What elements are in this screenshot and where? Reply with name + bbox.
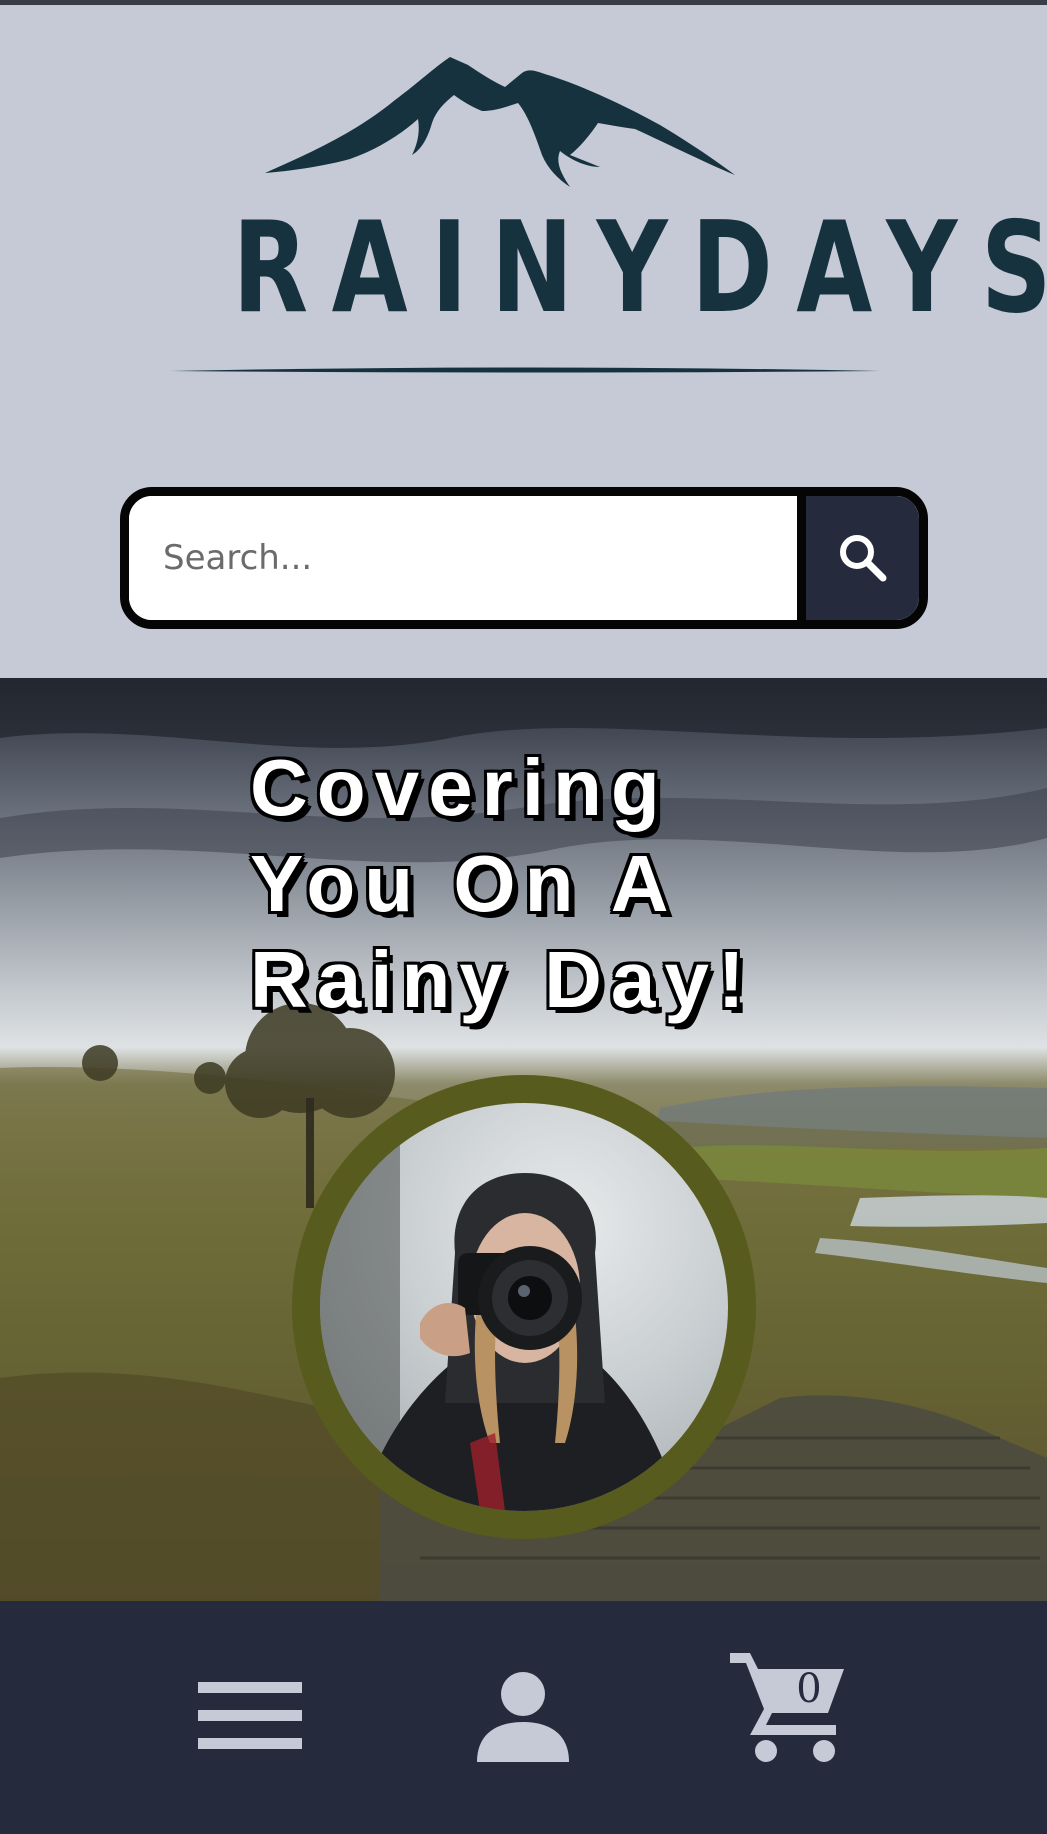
search-input[interactable]	[129, 496, 799, 620]
search-form	[120, 487, 928, 629]
brand-logo-link[interactable]: RAINYDAYS	[150, 55, 1047, 380]
account-button[interactable]	[468, 1656, 578, 1776]
photographer-illustration	[320, 1103, 680, 1511]
hero-heading-line: You On A	[250, 839, 678, 928]
search-button[interactable]	[797, 496, 919, 620]
hero-banner: Covering You On A Rainy Day!	[0, 678, 1047, 1601]
cart-count-badge: 0	[796, 1666, 822, 1712]
menu-button[interactable]	[195, 1661, 305, 1771]
logo-underline	[170, 367, 880, 373]
hero-heading: Covering You On A Rainy Day!	[250, 740, 810, 1028]
site-header: RAINYDAYS	[0, 5, 1047, 678]
hamburger-menu-icon	[198, 1682, 302, 1749]
user-icon	[477, 1672, 569, 1762]
hero-photo-frame	[292, 1075, 756, 1539]
cart-button[interactable]: 0	[728, 1649, 858, 1779]
search-icon	[839, 535, 886, 582]
bottom-navigation: 0	[0, 1601, 1047, 1834]
photographer-photo	[320, 1103, 728, 1511]
hero-heading-line: Covering	[250, 743, 669, 832]
hero-heading-line: Rainy Day!	[250, 935, 754, 1024]
